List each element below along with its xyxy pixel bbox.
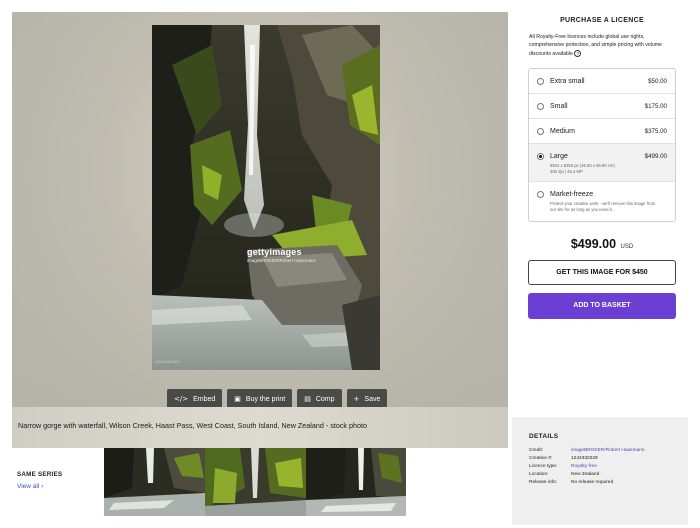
detail-row-credit: Credit: imageBROKER/Robert Haasmann <box>529 448 645 453</box>
thumbnail-image <box>104 448 205 516</box>
detail-value: No release required <box>571 480 614 485</box>
total-currency: USD <box>620 244 634 250</box>
buy-print-button[interactable]: ▣ Buy the print <box>227 389 293 409</box>
info-icon[interactable]: ? <box>574 49 582 57</box>
image-viewer: gettyimages imageBROKER/Robert Haasmann … <box>12 12 508 409</box>
save-label: Save <box>364 395 381 403</box>
radio-button[interactable] <box>537 78 544 85</box>
caption-band: Narrow gorge with waterfall, Wilson Cree… <box>12 407 508 448</box>
waterfall-photo-graphic <box>152 25 380 370</box>
radio-button[interactable] <box>537 103 544 110</box>
size-resolution: 300 dpi | 45.4 MP <box>550 169 583 174</box>
watermark-image-id: 1244332229 <box>155 361 180 365</box>
compare-icon: ▤ <box>304 394 311 403</box>
radio-button[interactable] <box>537 128 544 135</box>
get-image-button[interactable]: GET THIS IMAGE FOR $450 <box>528 260 676 285</box>
details-title: DETAILS <box>529 433 559 440</box>
series-thumbnail-strip <box>104 448 406 516</box>
market-freeze-description: Protect your creative work - we'll remov… <box>550 201 656 212</box>
detail-row-release: Release info: No release required <box>529 480 613 485</box>
size-price: $375.00 <box>644 128 667 135</box>
detail-row-licence: Licence type: Royalty-free <box>529 464 597 469</box>
size-option-extra-small[interactable]: Extra small $50.00 <box>529 69 675 94</box>
licence-description-text: All Royalty-Free licences include global… <box>529 34 662 57</box>
image-caption: Narrow gorge with waterfall, Wilson Cree… <box>18 421 368 430</box>
size-price: $50.00 <box>648 78 667 85</box>
series-thumbnail[interactable] <box>306 448 406 516</box>
detail-row-location: Location: New Zealand <box>529 472 599 477</box>
embed-button[interactable]: </> Embed <box>167 389 223 409</box>
image-icon: ▣ <box>234 394 241 403</box>
size-name: Small <box>550 103 568 110</box>
thumbnail-image <box>306 448 406 516</box>
size-option-large[interactable]: Large $499.00 5504 x 8256 px (46.60 x 69… <box>529 144 675 182</box>
main-photo[interactable]: gettyimages imageBROKER/Robert Haasmann … <box>152 25 380 370</box>
licence-type-link[interactable]: Royalty-free <box>571 464 597 469</box>
page: gettyimages imageBROKER/Robert Haasmann … <box>0 0 700 528</box>
size-name: Large <box>550 153 568 160</box>
panel-title: PURCHASE A LICENCE <box>560 17 644 24</box>
detail-key: Creative #: <box>529 456 553 461</box>
size-options: Extra small $50.00 Small $175.00 Medium … <box>528 68 676 222</box>
size-name: Market-freeze <box>550 191 594 198</box>
detail-value: New Zealand <box>571 472 600 477</box>
comp-button[interactable]: ▤ Comp <box>297 389 342 409</box>
watermark-credit: imageBROKER/Robert Haasmann <box>247 258 317 263</box>
size-price: $175.00 <box>644 103 667 110</box>
series-thumbnail[interactable] <box>205 448 306 516</box>
series-thumbnail[interactable] <box>104 448 205 516</box>
radio-button-selected[interactable] <box>537 153 544 160</box>
embed-label: Embed <box>193 395 216 403</box>
size-option-market-freeze[interactable]: Market-freeze Protect your creative work… <box>529 182 675 221</box>
buy-print-label: Buy the print <box>245 395 286 403</box>
view-all-link[interactable]: View all › <box>17 483 43 490</box>
detail-row-creative: Creative #: 1244332229 <box>529 456 598 461</box>
comp-label: Comp <box>315 395 335 403</box>
size-option-small[interactable]: Small $175.00 <box>529 94 675 119</box>
detail-key: Credit: <box>529 448 544 453</box>
add-to-basket-button[interactable]: ADD TO BASKET <box>528 293 676 319</box>
total-price: $499.00 USD <box>528 235 676 253</box>
total-amount: $499.00 <box>570 237 617 251</box>
watermark-logo: gettyimages <box>247 247 302 257</box>
same-series-title: SAME SERIES <box>17 471 63 478</box>
details-panel: DETAILS Credit: imageBROKER/Robert Haasma… <box>512 417 688 525</box>
credit-link[interactable]: imageBROKER/Robert Haasmann <box>571 448 645 453</box>
code-icon: </> <box>174 394 189 403</box>
licence-description: All Royalty-Free licences include global… <box>528 33 676 58</box>
image-actions-bar: </> Embed ▣ Buy the print ▤ Comp + Save <box>167 389 388 409</box>
thumbnail-image <box>205 448 306 516</box>
size-name: Medium <box>550 128 575 135</box>
save-button[interactable]: + Save <box>346 389 388 409</box>
plus-icon: + <box>353 394 360 403</box>
purchase-panel: PURCHASE A LICENCE All Royalty-Free lice… <box>528 12 676 319</box>
radio-button[interactable] <box>537 191 544 198</box>
size-option-medium[interactable]: Medium $375.00 <box>529 119 675 144</box>
detail-key: Licence type: <box>529 464 558 469</box>
size-name: Extra small <box>550 78 585 85</box>
detail-key: Release info: <box>529 480 557 485</box>
size-price: $499.00 <box>644 153 667 160</box>
detail-value: 1244332229 <box>571 456 598 461</box>
detail-key: Location: <box>529 472 549 477</box>
